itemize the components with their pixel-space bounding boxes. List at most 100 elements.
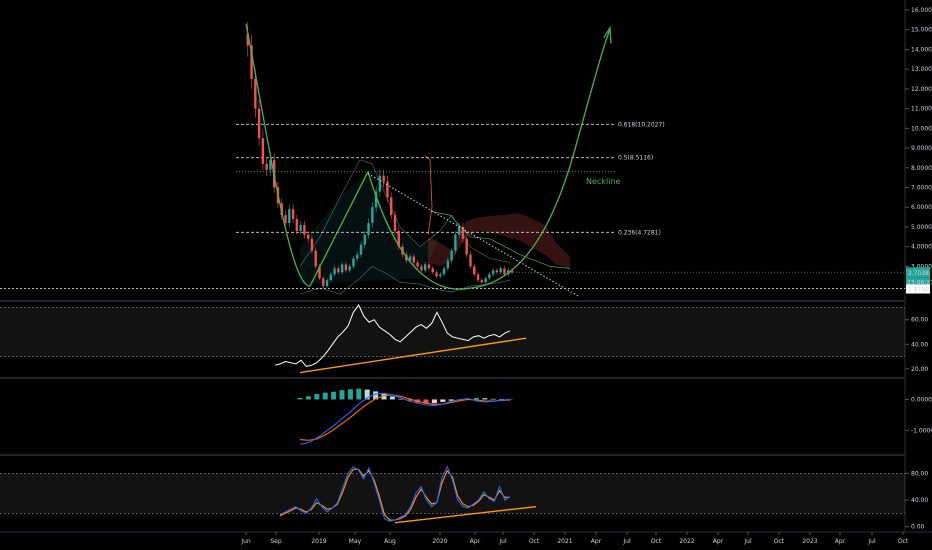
pane-axis-label: 80.00 (911, 470, 928, 477)
time-axis-label: Oct (774, 538, 785, 545)
macd-histogram-bar (339, 390, 345, 400)
candle-body (288, 209, 291, 224)
macd-pane[interactable]: 0.0000 -1.0000 (297, 388, 932, 445)
chart-canvas[interactable]: 0.618(10.2027) 0.5(8.5116) 0.236(4.7281) 1… (0, 0, 932, 550)
price-axis-label: 11.0000 (911, 106, 932, 113)
candle-body (446, 260, 450, 269)
candle-body (291, 209, 295, 220)
price-axis-label: 8.0000 (911, 165, 932, 172)
candle-body (439, 274, 442, 277)
candle-body (442, 268, 446, 275)
candle-body (488, 274, 491, 279)
pane-axis-label: 0.00 (911, 524, 925, 531)
candle-body (435, 272, 438, 277)
candle-body (356, 254, 359, 259)
candle-body (416, 262, 419, 267)
candle-body (491, 270, 495, 275)
time-axis-label: Oct (651, 538, 662, 545)
candle-body (420, 266, 423, 271)
price-axis-label: 4.0000 (911, 244, 932, 251)
candle-body (265, 163, 268, 170)
candle-body (390, 197, 393, 216)
candle-body (348, 266, 351, 271)
candle-body (306, 234, 310, 239)
candle-body (454, 234, 457, 251)
candle-body (473, 266, 476, 275)
pane-axis-label: 0.0000 (911, 396, 932, 403)
candle-body (465, 238, 468, 255)
price-axis-label: 16.0000 (911, 7, 932, 14)
price-axis-label: 10.0000 (911, 125, 932, 132)
time-axis-label: Jul (498, 538, 507, 545)
time-axis-label: 2023 (802, 538, 817, 545)
candle-body (412, 256, 416, 263)
macd-line[interactable] (299, 392, 511, 445)
candle-body (299, 224, 302, 231)
macd-histogram-bar (473, 397, 479, 400)
pane-axis-label: -1.0000 (911, 427, 932, 434)
candle-body (457, 226, 461, 235)
candle-body (427, 264, 431, 269)
support-value: 1.8790 (908, 287, 929, 294)
candle-body (325, 280, 329, 287)
candle-body (352, 258, 355, 267)
candle-body (344, 264, 348, 271)
time-axis[interactable]: Jun Sep 2019 May Aug 2020 Apr Jul Oct 2021 Apr Jul O… (240, 532, 909, 545)
candle-body (503, 268, 506, 275)
candle-body (469, 254, 472, 267)
candle-body (431, 268, 434, 273)
time-axis-label: 2021 (557, 538, 572, 545)
time-axis-label: Apr (591, 538, 602, 545)
pane-axis-label: 20.00 (911, 366, 928, 373)
macd-histogram-bar (482, 398, 488, 400)
price-axis-label: 13.0000 (911, 66, 932, 73)
time-axis-label: Aug (384, 538, 396, 545)
macd-histogram-bar (347, 389, 353, 400)
time-axis-label: Jul (622, 538, 631, 545)
macd-histogram-bar (331, 391, 337, 400)
time-axis-label: Oct (898, 538, 909, 545)
candle-body (499, 268, 502, 273)
neckline-label: Neckline (586, 177, 620, 186)
candle-body (393, 215, 397, 231)
macd-histogram-bar (356, 388, 362, 400)
time-axis-label: 2020 (432, 538, 447, 545)
macd-histogram-bar (431, 399, 437, 404)
macd-histogram-bar (305, 396, 311, 400)
time-axis-label: Jul (867, 538, 876, 545)
candle-body (295, 219, 299, 231)
candle-body (450, 250, 453, 261)
macd-histogram-bar (314, 393, 320, 400)
cloud-edge (424, 155, 433, 235)
price-axis-label: 5.0000 (911, 224, 932, 231)
candle-body (310, 238, 314, 251)
price-axis-label: 15.0000 (911, 27, 932, 34)
candle-body (333, 268, 336, 275)
candle-body (363, 234, 366, 245)
candle-body (480, 280, 484, 283)
time-axis-label: 2019 (311, 538, 326, 545)
candle-body (359, 244, 363, 255)
pane-separators (0, 0, 932, 533)
time-axis-label: Apr (470, 538, 481, 545)
pane-axis-label: 60.00 (911, 317, 928, 324)
price-axis-label: 14.0000 (911, 46, 932, 53)
price-axis-label: 12.0000 (911, 86, 932, 93)
candle-body (476, 274, 480, 281)
fibonacci-levels: 0.618(10.2027) 0.5(8.5116) 0.236(4.7281) (0, 121, 905, 289)
candle-body (261, 138, 265, 164)
price-pane[interactable]: 0.618(10.2027) 0.5(8.5116) 0.236(4.7281) 1… (0, 7, 932, 297)
candle-body (314, 250, 317, 267)
candle-body (284, 215, 287, 224)
stoch-rsi-pane[interactable]: 80.00 40.00 0.00 (0, 465, 928, 531)
rsi-pane[interactable]: 60.00 40.00 20.00 (0, 304, 928, 374)
pane-axis-label: 40.00 (911, 497, 928, 504)
candle-body (337, 268, 340, 273)
price-axis[interactable]: 16.0000 15.0000 14.0000 13.0000 12.0000 11.00… (905, 7, 932, 294)
fib-level-label: 0.236(4.7281) (618, 229, 661, 236)
time-axis-label: Oct (529, 538, 540, 545)
ichimoku-cloud (300, 155, 571, 285)
candle-body (303, 224, 306, 235)
candle-body (367, 223, 370, 235)
time-axis-label: May (349, 538, 362, 545)
